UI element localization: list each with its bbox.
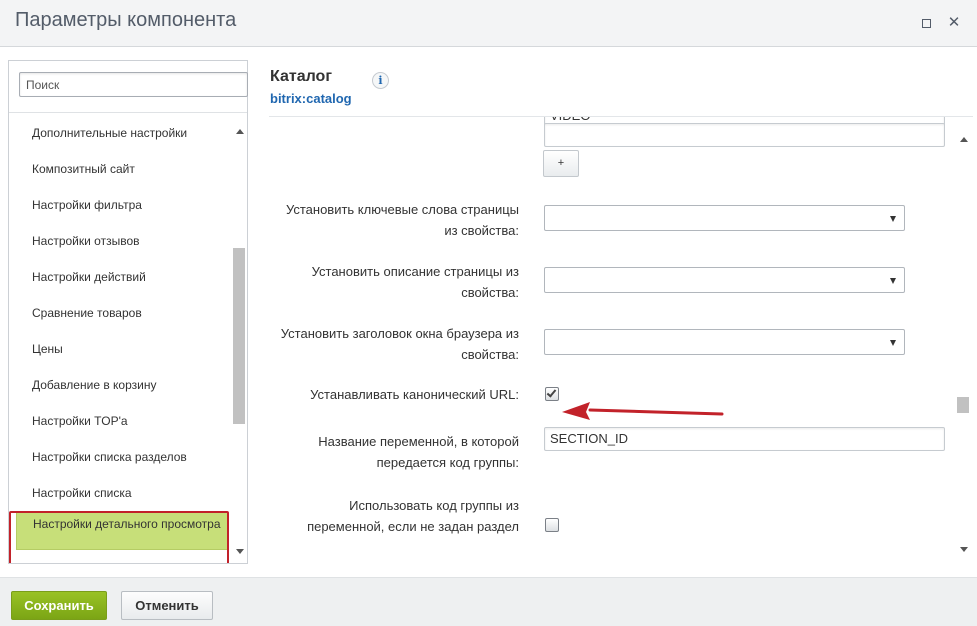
search-input[interactable] xyxy=(19,72,248,97)
dialog-title: Параметры компонента xyxy=(15,9,237,31)
use-section-code-checkbox[interactable] xyxy=(545,518,559,532)
dialog-header: Параметры компонента ✕ xyxy=(0,0,977,47)
info-icon[interactable]: i xyxy=(372,72,389,89)
sidebar-nav-list: Дополнительные настройки Композитный сай… xyxy=(9,113,234,563)
maximize-icon[interactable] xyxy=(917,14,935,32)
scrollbar-thumb[interactable] xyxy=(957,397,969,413)
sidebar-item-list[interactable]: Настройки списка xyxy=(32,486,132,500)
sidebar-item-section-list[interactable]: Настройки списка разделов xyxy=(32,450,187,464)
settings-form: VIDEO + Установить ключевые слова страни… xyxy=(269,117,957,564)
sidebar-item-top[interactable]: Настройки TOP'а xyxy=(32,414,128,428)
chevron-down-icon xyxy=(890,216,896,222)
sidebar: Дополнительные настройки Композитный сай… xyxy=(8,60,248,564)
sidebar-item-composite[interactable]: Композитный сайт xyxy=(32,162,135,176)
description-select[interactable] xyxy=(544,267,905,293)
description-label: Установить описание страницы из свойства… xyxy=(311,264,519,300)
chevron-down-icon xyxy=(890,340,896,346)
sidebar-item-filter[interactable]: Настройки фильтра xyxy=(32,198,142,212)
save-button[interactable]: Сохранить xyxy=(11,591,107,620)
annotation-arrow-icon xyxy=(562,402,724,420)
add-property-button[interactable]: + xyxy=(543,150,579,177)
sidebar-item-basket[interactable]: Добавление в корзину xyxy=(32,378,156,392)
sidebar-item-actions[interactable]: Настройки действий xyxy=(32,270,146,284)
component-title: Каталог xyxy=(270,68,332,85)
sidebar-item-compare[interactable]: Сравнение товаров xyxy=(32,306,142,320)
dialog-body: Дополнительные настройки Композитный сай… xyxy=(0,48,977,577)
annotation-highlight-box xyxy=(9,511,229,563)
sidebar-item-reviews[interactable]: Настройки отзывов xyxy=(32,234,140,248)
sidebar-item-prices[interactable]: Цены xyxy=(32,342,63,356)
use-section-code-label: Использовать код группы из переменной, е… xyxy=(307,498,519,534)
canonical-url-checkbox[interactable] xyxy=(545,387,559,401)
chevron-down-icon xyxy=(890,278,896,284)
keywords-label: Установить ключевые слова страницы из св… xyxy=(285,202,519,238)
scroll-down-icon[interactable] xyxy=(236,549,244,554)
component-id: bitrix:catalog xyxy=(270,91,352,106)
canonical-url-label: Устанавливать канонический URL: xyxy=(310,387,519,402)
scroll-down-icon[interactable] xyxy=(960,547,968,552)
scroll-up-icon[interactable] xyxy=(236,129,244,134)
scroll-up-icon[interactable] xyxy=(960,137,968,142)
browser-title-label: Установить заголовок окна браузера из св… xyxy=(280,326,519,362)
section-var-input[interactable]: SECTION_ID xyxy=(544,427,945,451)
browser-title-select[interactable] xyxy=(544,329,905,355)
cancel-button[interactable]: Отменить xyxy=(121,591,213,620)
sidebar-scrollbar[interactable] xyxy=(233,113,247,563)
property-input-empty[interactable] xyxy=(544,123,945,147)
keywords-select[interactable] xyxy=(544,205,905,231)
dialog-footer: Сохранить Отменить xyxy=(0,577,977,626)
sidebar-item-additional[interactable]: Дополнительные настройки xyxy=(32,126,187,140)
section-var-label: Название переменной, в которой передаетс… xyxy=(318,434,519,470)
close-icon[interactable]: ✕ xyxy=(945,14,963,32)
form-scrollbar[interactable] xyxy=(956,133,971,559)
scrollbar-thumb[interactable] xyxy=(233,248,245,424)
checkmark-icon xyxy=(546,387,557,398)
